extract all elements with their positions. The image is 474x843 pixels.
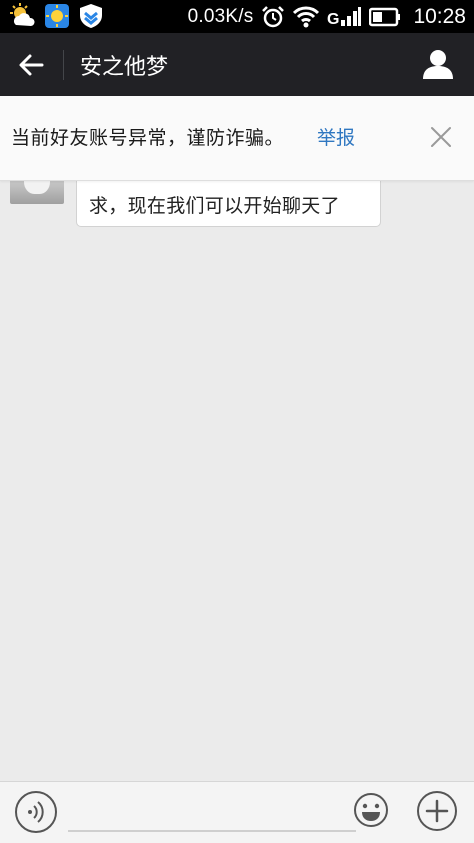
status-notifications	[10, 3, 104, 29]
clock: 10:28	[413, 4, 466, 28]
close-icon	[431, 127, 451, 147]
back-button[interactable]	[10, 47, 52, 83]
profile-button[interactable]	[420, 47, 456, 83]
chat-area[interactable]: 求，现在我们可以开始聊天了	[0, 96, 474, 781]
voice-icon	[15, 791, 57, 833]
warning-text: 当前好友账号异常，谨防诈骗。	[11, 127, 285, 149]
emoji-button[interactable]	[353, 792, 389, 828]
warning-banner: 当前好友账号异常，谨防诈骗。 举报	[0, 96, 474, 181]
message-text: 求，现在我们可以开始聊天了	[89, 195, 340, 217]
back-arrow-icon	[19, 54, 44, 76]
signal-icon: G	[327, 6, 362, 28]
weather-icon	[10, 3, 35, 26]
app-icon	[45, 4, 69, 28]
wifi-icon	[293, 6, 320, 27]
close-button[interactable]	[426, 122, 456, 152]
report-link[interactable]: 举报	[317, 123, 355, 150]
profile-icon	[423, 50, 453, 79]
shield-icon	[80, 4, 102, 28]
battery-icon	[369, 7, 401, 26]
chat-title: 安之他梦	[80, 55, 169, 80]
title-divider	[63, 50, 64, 80]
message-input[interactable]	[68, 794, 356, 832]
alarm-icon	[262, 5, 285, 27]
input-bar	[0, 781, 474, 843]
svg-text:G: G	[327, 11, 339, 28]
plus-icon	[417, 791, 457, 831]
status-system: 0.03K/s G 10:28	[188, 0, 466, 33]
emoji-icon	[354, 793, 388, 827]
title-bar: 安之他梦	[0, 33, 474, 96]
status-bar: 0.03K/s G 10:28	[0, 0, 474, 33]
voice-button[interactable]	[14, 790, 58, 834]
more-button[interactable]	[416, 790, 458, 832]
network-speed: 0.03K/s	[187, 5, 254, 27]
